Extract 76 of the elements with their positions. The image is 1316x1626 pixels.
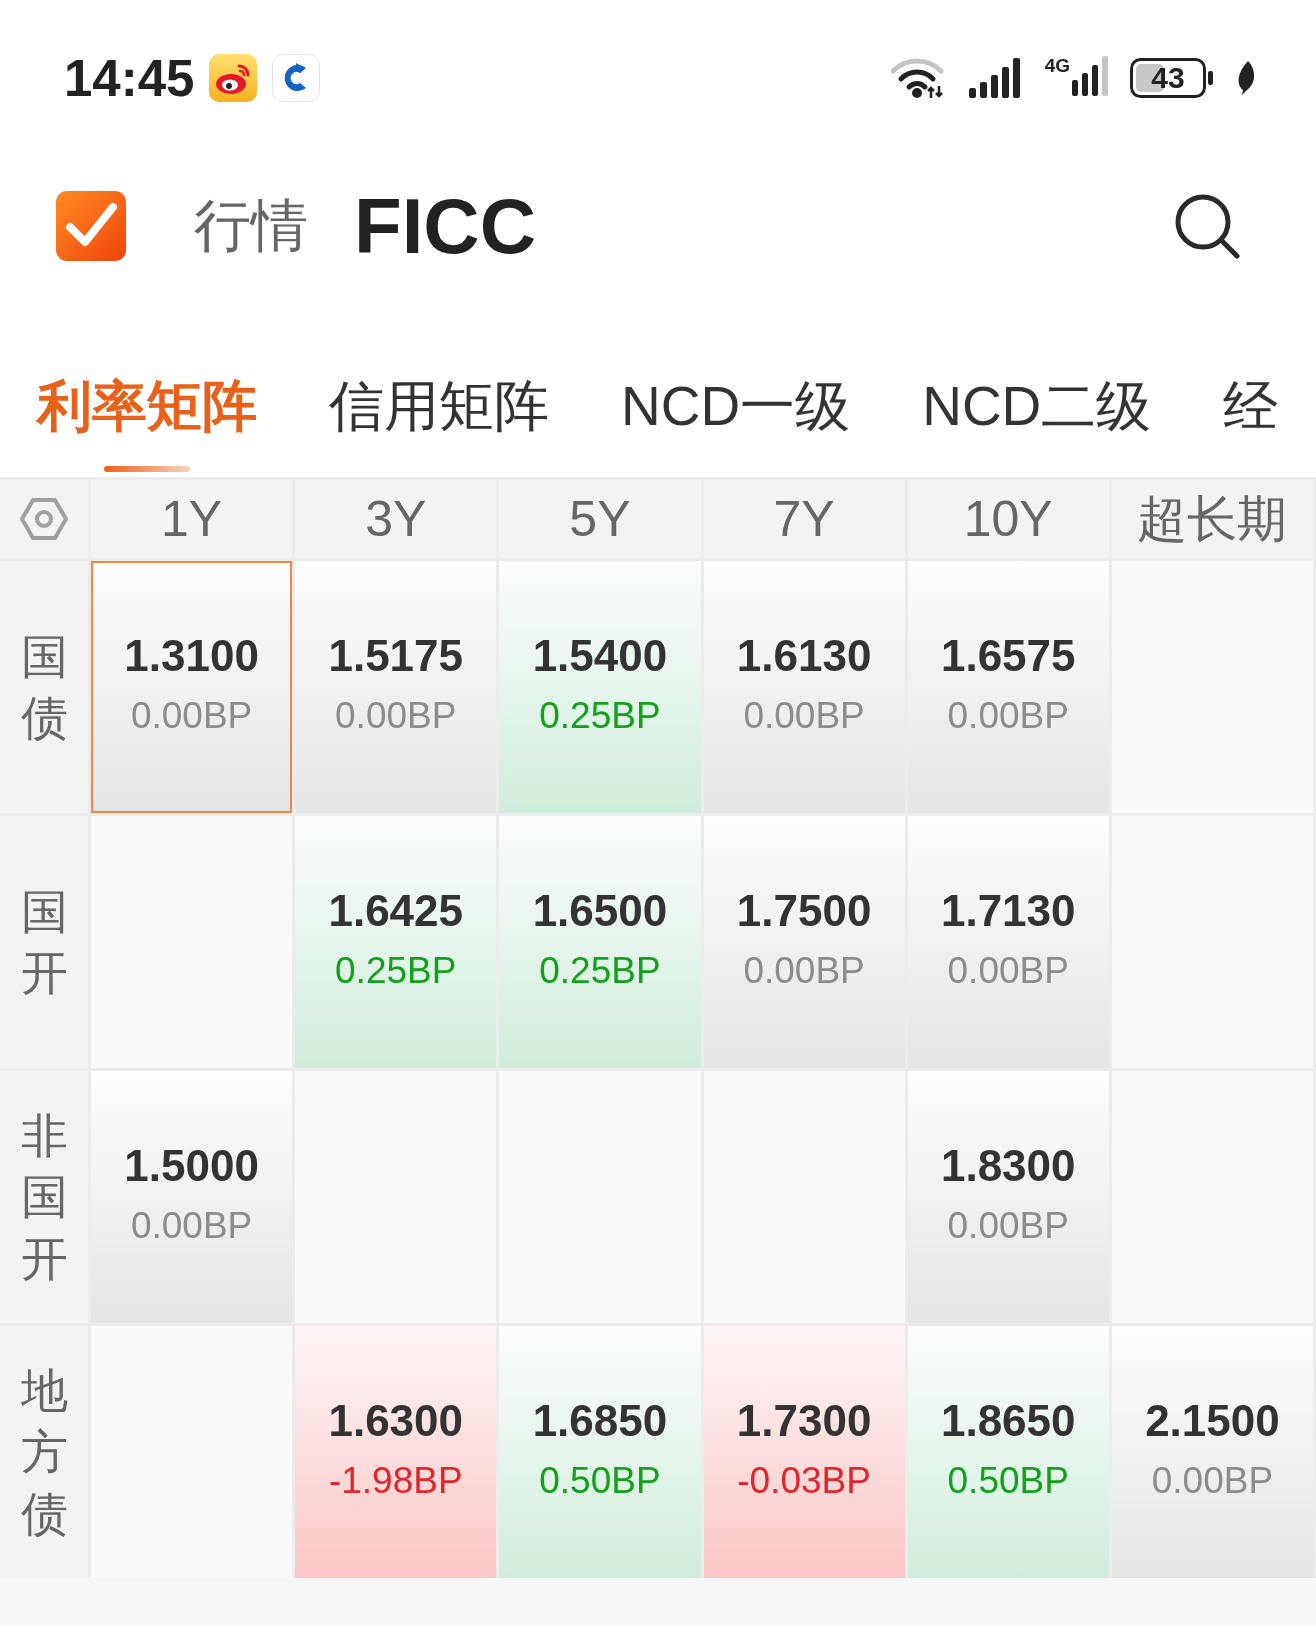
page-title: FICC (354, 180, 536, 272)
network-type: 4G (1044, 56, 1070, 76)
tab[interactable]: 信用矩阵 (329, 371, 549, 441)
search-icon[interactable] (1174, 193, 1240, 259)
row-header: 非国开 (20, 1108, 68, 1287)
yield-value: 1.5000 (124, 1141, 259, 1191)
change-value: 0.00BP (743, 695, 865, 737)
battery-percent: 43 (1151, 63, 1185, 93)
row-header: 国债 (20, 628, 68, 746)
column-header: 5Y (499, 480, 701, 558)
row-header: 地方债 (20, 1363, 68, 1542)
change-value: 0.00BP (947, 695, 1069, 737)
yield-value: 1.6425 (328, 886, 464, 936)
leaf-icon (1236, 61, 1256, 95)
quote-cell[interactable]: 1.6300 -1.98BP (295, 1326, 497, 1578)
change-value: 0.00BP (743, 950, 865, 992)
tab[interactable]: NCD一级 (621, 371, 851, 441)
yield-value: 1.8300 (940, 1141, 1076, 1191)
yield-value: 2.1500 (1145, 1396, 1280, 1446)
change-value: -1.98BP (328, 1460, 463, 1502)
yield-value: 1.7300 (736, 1396, 872, 1446)
column-header: 3Y (295, 480, 497, 558)
quote-cell[interactable]: 1.6130 0.00BP (703, 561, 905, 813)
quote-cell[interactable]: 1.5400 0.25BP (499, 561, 701, 813)
change-value: 0.25BP (539, 695, 661, 737)
yield-value: 1.6130 (736, 631, 872, 681)
quote-cell[interactable]: 1.8300 0.00BP (907, 1071, 1109, 1323)
signal-icon (968, 58, 1023, 98)
app-icon (209, 54, 258, 102)
quote-cell[interactable]: 1.6425 0.25BP (295, 816, 497, 1068)
change-value: 0.00BP (130, 1205, 253, 1247)
column-header: 10Y (907, 480, 1109, 558)
quote-cell[interactable]: 1.8650 0.50BP (907, 1326, 1109, 1578)
battery-icon (1130, 58, 1214, 98)
app-logo-icon (56, 191, 126, 261)
change-value: -0.03BP (737, 1460, 871, 1502)
quote-cell[interactable]: 1.6575 0.00BP (907, 561, 1109, 813)
yield-value: 1.8650 (940, 1396, 1076, 1446)
column-header: 7Y (703, 480, 905, 558)
yield-value: 1.3100 (124, 631, 259, 681)
yield-value: 1.6575 (940, 631, 1076, 681)
change-value: 0.50BP (539, 1460, 661, 1502)
change-value: 0.50BP (947, 1460, 1069, 1502)
column-header: 超长期 (1111, 480, 1313, 558)
yield-value: 1.6850 (532, 1396, 668, 1446)
quote-cell[interactable]: 1.7300 -0.03BP (703, 1326, 905, 1578)
column-header: 1Y (91, 480, 293, 558)
quote-cell[interactable]: 1.3100 0.00BP (91, 561, 293, 813)
yield-value: 1.7500 (736, 886, 872, 936)
quote-cell[interactable]: 1.5000 0.00BP (91, 1071, 293, 1323)
change-value: 0.25BP (539, 950, 661, 992)
row-header: 国开 (20, 883, 68, 1001)
wifi-icon (890, 57, 947, 99)
quote-cell[interactable]: 1.6850 0.50BP (499, 1326, 701, 1578)
change-value: 0.00BP (947, 1205, 1069, 1247)
quote-cell[interactable]: 1.7500 0.00BP (703, 816, 905, 1068)
quote-cell[interactable]: 1.7130 0.00BP (907, 816, 1109, 1068)
yield-value: 1.5400 (532, 631, 668, 681)
change-value: 0.25BP (335, 950, 457, 992)
change-value: 0.00BP (1151, 1460, 1274, 1502)
yield-value: 1.6500 (532, 886, 668, 936)
change-value: 0.00BP (130, 695, 253, 737)
signal-icon (1072, 56, 1108, 96)
yield-value: 1.7130 (940, 886, 1076, 936)
quote-cell[interactable]: 1.6500 0.25BP (499, 816, 701, 1068)
change-value: 0.00BP (947, 950, 1069, 992)
quote-cell[interactable]: 2.1500 0.00BP (1111, 1326, 1313, 1578)
yield-value: 1.5175 (328, 631, 464, 681)
section-label[interactable]: 行情 (194, 187, 308, 265)
tab[interactable]: 经 (1223, 371, 1279, 441)
yield-value: 1.6300 (328, 1396, 464, 1446)
tab[interactable]: NCD二级 (922, 371, 1152, 441)
quote-cell[interactable]: 1.5175 0.00BP (295, 561, 497, 813)
change-value: 0.00BP (335, 695, 457, 737)
status-time: 14:45 (64, 48, 195, 108)
app-icon (272, 54, 321, 102)
